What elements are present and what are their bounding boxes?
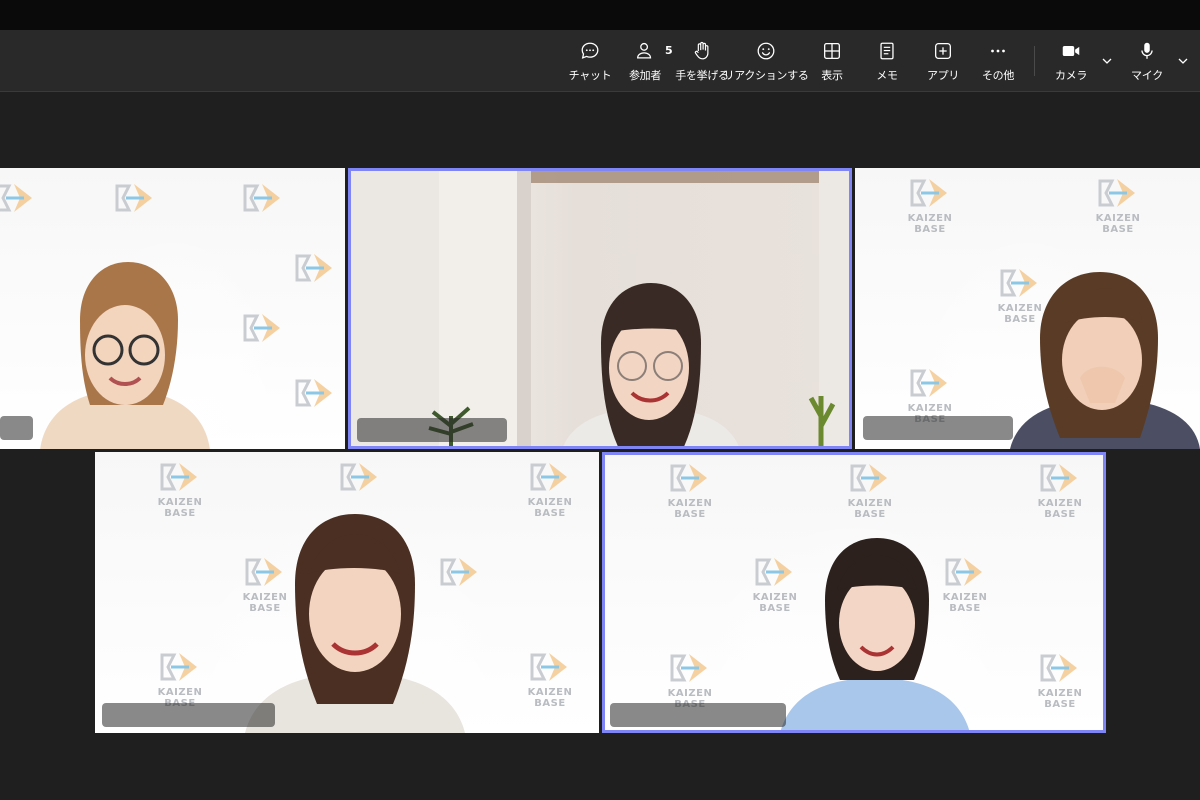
kaizen-base-logo-watermark: KAIZEN BASE — [145, 647, 215, 709]
person-icon — [634, 40, 656, 62]
camera-button[interactable]: カメラ — [1051, 40, 1091, 86]
participant-name-bar — [357, 418, 507, 442]
kaizen-base-logo-watermark: KAIZEN BASE — [515, 457, 585, 519]
chat-label: チャット — [568, 69, 612, 82]
mic-label: マイク — [1131, 69, 1163, 82]
hand-icon — [691, 40, 713, 62]
notes-button[interactable]: メモ — [867, 40, 907, 86]
kaizen-base-logo-watermark: KAIZEN BASE — [835, 458, 905, 520]
kaizen-base-logo-watermark: KAIZEN BASE — [1083, 173, 1153, 235]
reactions-button[interactable]: リアクションする — [723, 40, 809, 86]
more-label: その他 — [981, 69, 1015, 82]
participant-silhouette — [40, 262, 210, 449]
mic-options-chevron-down-icon[interactable] — [1176, 54, 1190, 68]
video-tile-participant-2[interactable] — [348, 168, 852, 449]
kaizen-base-logo-watermark — [0, 178, 50, 238]
participant-name-bar — [0, 416, 33, 440]
camera-options-chevron-down-icon[interactable] — [1100, 54, 1114, 68]
view-label: 表示 — [821, 69, 843, 82]
apps-button[interactable]: アプリ — [923, 40, 963, 86]
notes-icon — [876, 40, 898, 62]
more-icon — [987, 40, 1009, 62]
camera-icon — [1060, 40, 1082, 62]
mic-icon — [1136, 40, 1158, 62]
participant-name-bar — [102, 703, 275, 727]
kaizen-base-logo-watermark — [280, 373, 345, 433]
kaizen-base-logo-watermark — [228, 178, 298, 238]
chat-icon — [579, 40, 601, 62]
plus-icon — [932, 40, 954, 62]
video-tile-participant-4[interactable]: KAIZEN BASE KAIZEN BASE KAIZEN BASE KAIZ… — [95, 452, 599, 733]
kaizen-base-logo-watermark: KAIZEN BASE — [515, 647, 585, 709]
video-tile-participant-3[interactable]: KAIZEN BASE KAIZEN BASE KAIZEN BASE KAIZ… — [855, 168, 1200, 449]
kaizen-base-logo-watermark: KAIZEN BASE — [1025, 648, 1095, 710]
room-wall-panel — [517, 171, 531, 446]
toolbar-divider — [1034, 46, 1035, 76]
camera-label: カメラ — [1054, 69, 1088, 82]
participant-silhouette — [780, 538, 970, 730]
kaizen-base-logo-watermark — [325, 457, 395, 517]
meeting-toolbar: チャット 5 参加者 手を挙げる リアクションする 表示 メモ アプリ その他 … — [0, 30, 1200, 92]
apps-label: アプリ — [926, 69, 960, 82]
kaizen-base-logo-watermark — [280, 248, 345, 308]
video-tile-participant-1[interactable] — [0, 168, 345, 449]
raise-hand-label: 手を挙げる — [675, 69, 729, 82]
participants-label: 参加者 — [628, 69, 662, 82]
video-tile-participant-5[interactable]: KAIZEN BASE KAIZEN BASE KAIZEN BASE KAIZ… — [602, 452, 1106, 733]
kaizen-base-logo-watermark: KAIZEN BASE — [655, 648, 725, 710]
kaizen-base-logo-watermark: KAIZEN BASE — [655, 458, 725, 520]
plant-decoration — [808, 396, 836, 446]
view-button[interactable]: 表示 — [812, 40, 852, 86]
more-button[interactable]: その他 — [978, 40, 1018, 86]
kaizen-base-logo-watermark: KAIZEN BASE — [895, 173, 965, 235]
kaizen-base-logo-watermark: KAIZEN BASE — [895, 363, 965, 425]
window-top-strip — [0, 0, 1200, 30]
participant-silhouette — [1010, 272, 1200, 449]
participant-count: 5 — [665, 44, 673, 57]
mic-button[interactable]: マイク — [1127, 40, 1167, 86]
chat-button[interactable]: チャット — [568, 40, 612, 86]
participant-silhouette — [245, 514, 465, 733]
reactions-label: リアクションする — [723, 69, 809, 82]
raise-hand-button[interactable]: 手を挙げる — [675, 40, 729, 86]
participant-name-bar — [610, 703, 786, 727]
participants-button[interactable]: 5 参加者 — [625, 40, 673, 86]
kaizen-base-logo-watermark — [100, 178, 170, 238]
kaizen-base-logo-watermark: KAIZEN BASE — [1025, 458, 1095, 520]
smile-icon — [755, 40, 777, 62]
grid-icon — [821, 40, 843, 62]
participant-silhouette — [563, 283, 739, 446]
kaizen-base-logo-watermark: KAIZEN BASE — [145, 457, 215, 519]
kaizen-base-logo-watermark — [228, 308, 298, 368]
notes-label: メモ — [876, 69, 898, 82]
participant-name-bar — [863, 416, 1013, 440]
